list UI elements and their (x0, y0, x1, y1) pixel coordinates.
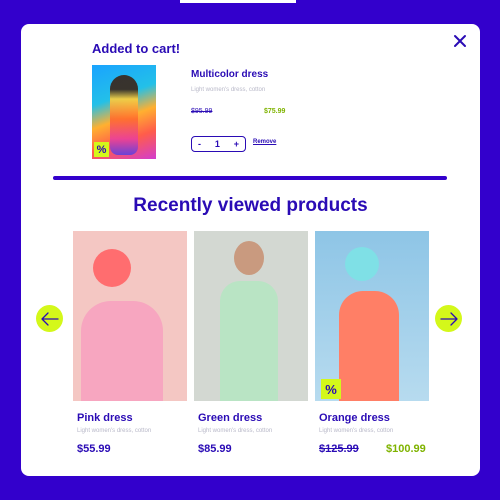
carousel-prev-button[interactable] (36, 305, 63, 332)
product-subtitle: Light women's dress, cotton (198, 428, 273, 434)
cart-product-name: Multicolor dress (191, 69, 269, 80)
cart-product-subtitle: Light women's dress, cotton (191, 87, 266, 93)
remove-link[interactable]: Remove (253, 139, 276, 145)
product-old-price: $125.99 (319, 443, 359, 455)
product-image[interactable] (194, 231, 308, 401)
cart-old-price: $95.99 (191, 108, 213, 115)
product-price: $55.99 (77, 443, 111, 455)
cart-product-figure (110, 75, 138, 155)
arrow-left-icon (40, 311, 59, 326)
product-photo-head (93, 249, 131, 287)
recently-viewed-title: Recently viewed products (133, 195, 368, 216)
product-new-price: $100.99 (386, 443, 426, 455)
product-image[interactable]: % (315, 231, 429, 401)
product-photo-dress (220, 281, 278, 401)
product-photo-dress (339, 291, 399, 401)
product-photo-dress (81, 301, 163, 401)
product-card-green-dress[interactable]: Green dress Light women's dress, cotton … (194, 231, 308, 461)
decrease-quantity-button[interactable]: - (198, 139, 201, 149)
close-icon (454, 35, 466, 47)
close-button[interactable] (452, 33, 468, 49)
product-photo-head (234, 241, 264, 275)
discount-badge: % (94, 142, 109, 157)
carousel-next-button[interactable] (435, 305, 462, 332)
product-name[interactable]: Orange dress (319, 412, 390, 424)
product-name[interactable]: Pink dress (77, 412, 133, 424)
top-strip (180, 0, 296, 3)
quantity-stepper: - 1 + (191, 136, 246, 152)
product-price: $85.99 (198, 443, 232, 455)
added-to-cart-modal: Added to cart! % Multicolor dress Light … (21, 24, 480, 476)
arrow-right-icon (439, 311, 458, 326)
cart-new-price: $75.99 (264, 108, 286, 115)
product-subtitle: Light women's dress, cotton (319, 428, 394, 434)
product-photo-head (345, 247, 379, 281)
product-card-pink-dress[interactable]: Pink dress Light women's dress, cotton $… (73, 231, 187, 461)
cart-product-image: % (92, 65, 156, 159)
increase-quantity-button[interactable]: + (234, 139, 239, 149)
product-image[interactable] (73, 231, 187, 401)
discount-badge: % (321, 379, 341, 399)
quantity-value: 1 (214, 139, 220, 149)
added-to-cart-title: Added to cart! (92, 41, 181, 56)
product-name[interactable]: Green dress (198, 412, 262, 424)
product-card-orange-dress[interactable]: % Orange dress Light women's dress, cott… (315, 231, 429, 461)
section-divider (53, 176, 447, 180)
product-subtitle: Light women's dress, cotton (77, 428, 152, 434)
